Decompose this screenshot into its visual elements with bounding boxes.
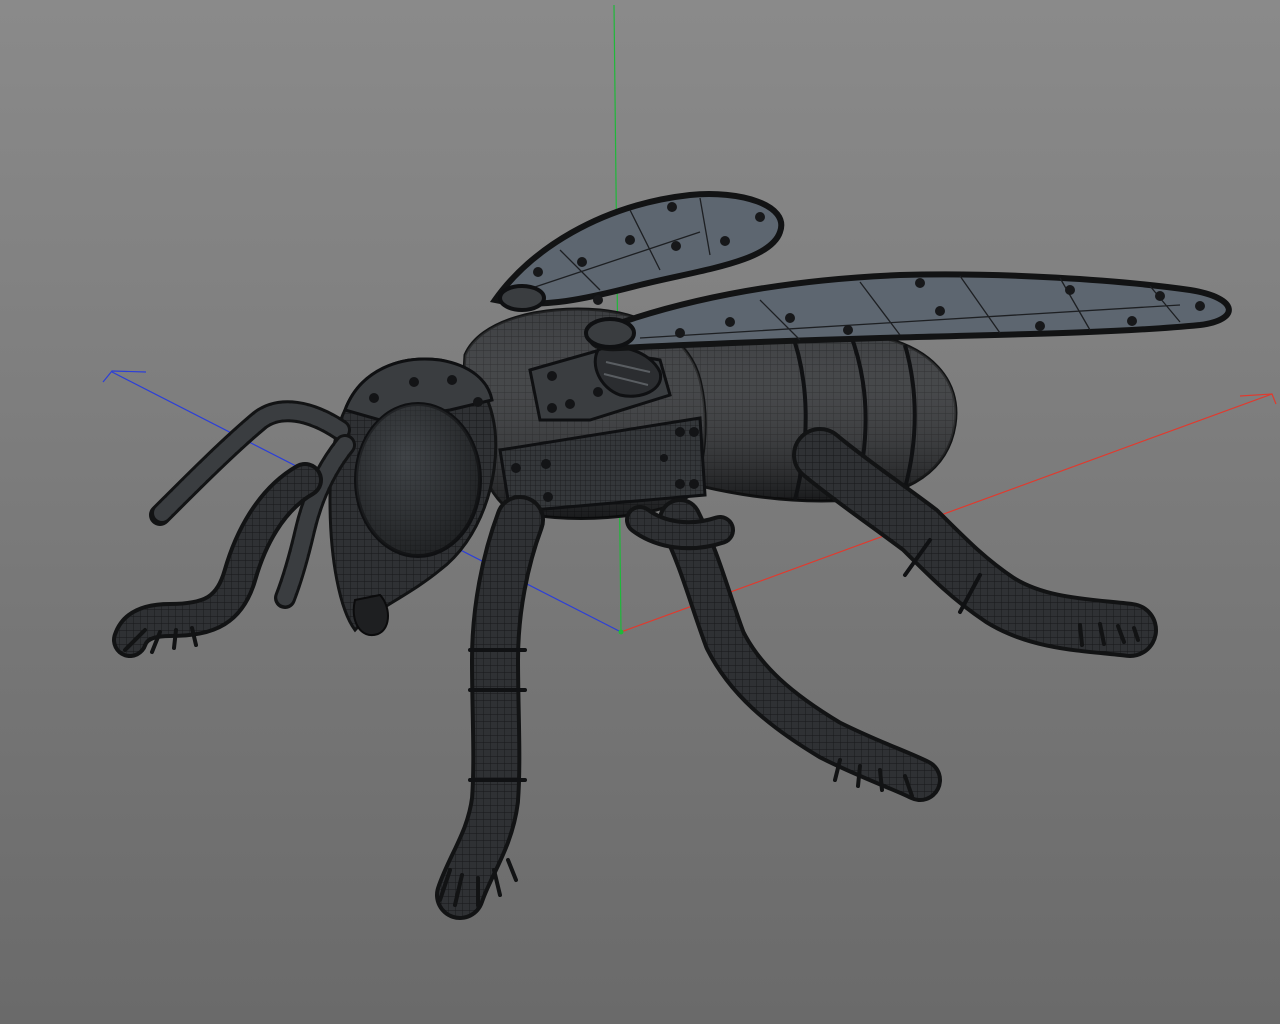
left-rear-leg	[625, 505, 735, 551]
scene-canvas[interactable]	[0, 0, 1280, 1024]
left-front-leg	[112, 462, 323, 658]
right-hind-leg	[792, 427, 1158, 658]
pivot-point-icon	[618, 629, 624, 635]
legs[interactable]	[112, 427, 1158, 920]
front-wing[interactable]	[584, 271, 1232, 352]
3d-viewport[interactable]	[0, 0, 1280, 1024]
head[interactable]	[328, 357, 498, 637]
z-axis-arrow-icon	[102, 370, 147, 383]
bee-model[interactable]	[112, 191, 1232, 920]
middle-front-leg	[435, 495, 545, 920]
right-middle-leg	[658, 498, 942, 802]
back-wing-hinge	[498, 284, 546, 312]
